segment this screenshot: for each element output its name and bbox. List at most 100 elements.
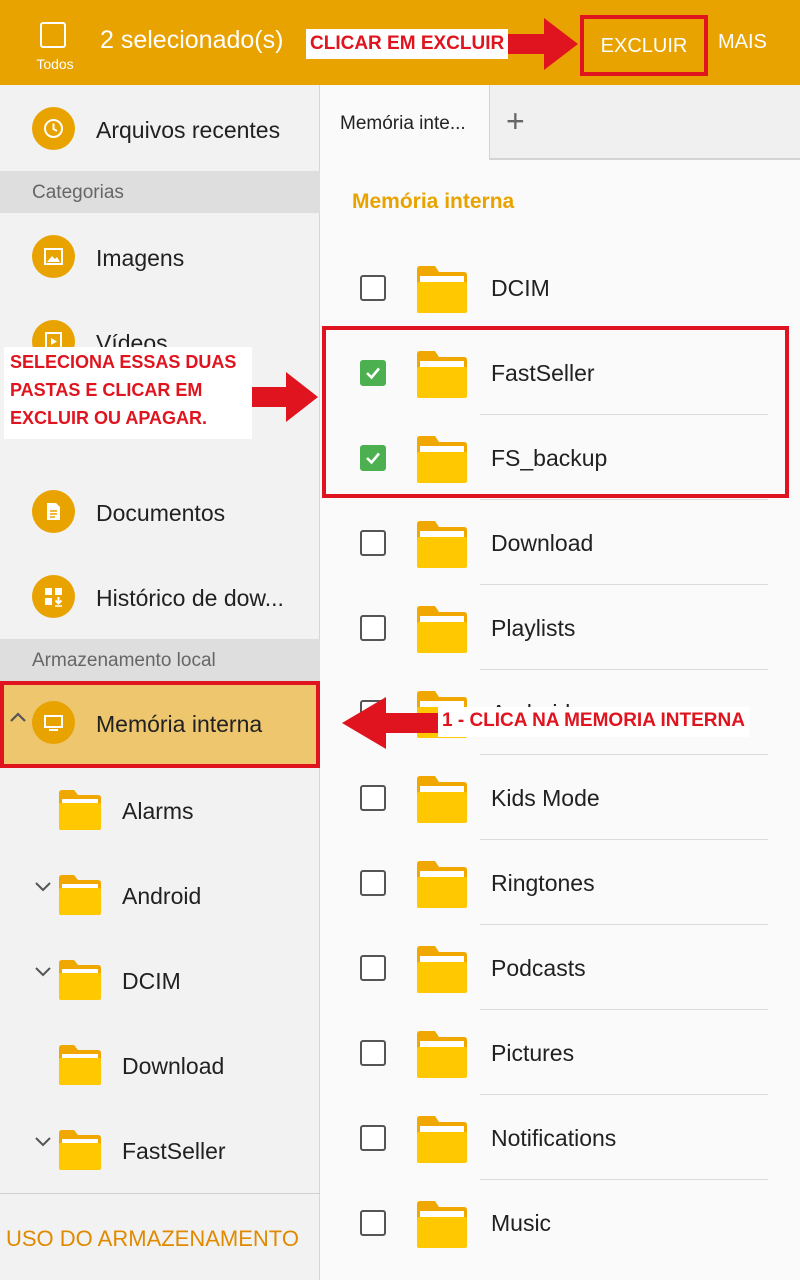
drawer-item-label: Histórico de dow...: [96, 585, 284, 611]
select-all-label: Todos: [36, 56, 74, 72]
folder-checkbox[interactable]: [360, 1125, 386, 1151]
local-storage-header: Armazenamento local: [0, 639, 320, 681]
tab-bar: Memória inte... +: [320, 85, 800, 160]
annotation-arrow-right-top: [508, 18, 578, 70]
folder-icon: [417, 1116, 467, 1163]
folder-icon: [417, 861, 467, 908]
select-all-button[interactable]: Todos: [28, 18, 82, 78]
tree-item-android[interactable]: Android: [0, 853, 320, 938]
folder-icon: [417, 946, 467, 993]
folder-row[interactable]: Ringtones: [320, 840, 800, 925]
annotation-selection-box: [322, 326, 789, 498]
folder-name: DCIM: [491, 275, 550, 301]
folder-row[interactable]: Playlists: [320, 585, 800, 670]
folder-icon: [59, 1130, 101, 1170]
more-button[interactable]: MAIS: [718, 31, 767, 54]
folder-row[interactable]: Pictures: [320, 1010, 800, 1095]
folder-checkbox[interactable]: [360, 615, 386, 641]
folder-name: Download: [491, 530, 594, 556]
chevron-up-icon[interactable]: [8, 709, 28, 730]
annotation-click-internal-memory: 1 - CLICA NA MEMORIA INTERNA: [438, 707, 749, 737]
folder-row[interactable]: Music: [320, 1180, 800, 1265]
folder-icon: [59, 960, 101, 1000]
drawer-item-recent-files[interactable]: Arquivos recentes: [0, 87, 320, 171]
folder-name: Pictures: [491, 1040, 575, 1066]
annotation-select-folders: SELECIONA ESSAS DUAS PASTAS E CLICAR EM …: [4, 347, 252, 439]
path-title: Memória interna: [352, 190, 515, 213]
tab-internal-memory[interactable]: Memória inte...: [320, 85, 490, 160]
download-history-icon: [32, 575, 75, 618]
folder-name: Kids Mode: [491, 785, 600, 811]
folder-checkbox[interactable]: [360, 870, 386, 896]
annotation-click-delete: CLICAR EM EXCLUIR: [306, 29, 509, 59]
select-all-checkbox[interactable]: [40, 22, 66, 48]
folder-name: Ringtones: [491, 870, 595, 896]
file-browser-pane: Memória inte... + Memória interna DCIM Fa…: [320, 85, 800, 1280]
folder-icon: [417, 1201, 467, 1248]
folder-checkbox[interactable]: [360, 1040, 386, 1066]
folder-checkbox[interactable]: [360, 530, 386, 556]
drawer-item-documents[interactable]: Documentos: [0, 470, 320, 554]
image-icon: [32, 235, 75, 278]
local-storage-header-label: Armazenamento local: [32, 650, 216, 671]
tree-item-label: Alarms: [122, 798, 194, 824]
tab-label: Memória inte...: [340, 113, 466, 134]
chevron-down-icon[interactable]: [34, 962, 52, 985]
folder-row[interactable]: Podcasts: [320, 925, 800, 1010]
add-tab-button[interactable]: +: [506, 103, 525, 140]
folder-checkbox[interactable]: [360, 275, 386, 301]
annotation-line: PASTAS E CLICAR EM: [10, 380, 203, 400]
document-icon: [32, 490, 75, 533]
clock-icon: [32, 107, 75, 150]
folder-name: Playlists: [491, 615, 576, 641]
folder-icon: [59, 790, 101, 830]
folder-row[interactable]: DCIM: [320, 245, 800, 330]
selection-count: 2 selecionado(s): [100, 26, 284, 54]
categories-header: Categorias: [0, 171, 320, 213]
folder-name: Podcasts: [491, 955, 586, 981]
tree-item-alarms[interactable]: Alarms: [0, 768, 320, 853]
tree-item-dcim[interactable]: DCIM: [0, 938, 320, 1023]
device-icon: [32, 701, 75, 744]
folder-icon: [417, 521, 467, 568]
navigation-drawer: Arquivos recentes Categorias Imagens Víd…: [0, 85, 320, 1280]
tree-item-label: Android: [122, 883, 202, 909]
storage-usage-button[interactable]: USO DO ARMAZENAMENTO: [0, 1193, 320, 1280]
annotation-arrow-right-mid: [252, 372, 318, 422]
tree-item-download[interactable]: Download: [0, 1023, 320, 1108]
folder-row[interactable]: Download: [320, 500, 800, 585]
delete-button[interactable]: EXCLUIR: [580, 15, 708, 76]
annotation-line: SELECIONA ESSAS DUAS: [10, 352, 237, 372]
tree-item-label: DCIM: [122, 968, 181, 994]
tree-item-label: FastSeller: [122, 1138, 226, 1164]
tab-divider: [490, 158, 800, 160]
folder-checkbox[interactable]: [360, 955, 386, 981]
tree-item-fastseller[interactable]: FastSeller: [0, 1108, 320, 1193]
drawer-item-label: Arquivos recentes: [96, 117, 281, 143]
annotation-line: EXCLUIR OU APAGAR.: [10, 408, 208, 428]
drawer-item-label: Documentos: [96, 500, 226, 526]
chevron-down-icon[interactable]: [34, 1132, 52, 1155]
drawer-item-label: Memória interna: [96, 711, 263, 737]
drawer-item-download-history[interactable]: Histórico de dow...: [0, 555, 320, 639]
folder-name: Notifications: [491, 1125, 617, 1151]
folder-checkbox[interactable]: [360, 1210, 386, 1236]
chevron-down-icon[interactable]: [34, 877, 52, 900]
action-bar: Todos 2 selecionado(s) CLICAR EM EXCLUIR…: [0, 0, 800, 85]
folder-row[interactable]: Kids Mode: [320, 755, 800, 840]
folder-icon: [417, 1031, 467, 1078]
folder-name: Music: [491, 1210, 552, 1236]
folder-icon: [417, 776, 467, 823]
folder-icon: [59, 1045, 101, 1085]
drawer-item-images[interactable]: Imagens: [0, 215, 320, 299]
drawer-item-internal-memory[interactable]: Memória interna: [0, 681, 320, 768]
tree-item-label: Download: [122, 1053, 225, 1079]
categories-header-label: Categorias: [32, 182, 124, 203]
folder-row[interactable]: Notifications: [320, 1095, 800, 1180]
folder-icon: [417, 606, 467, 653]
storage-usage-label: USO DO ARMAZENAMENTO: [6, 1226, 299, 1251]
folder-checkbox[interactable]: [360, 785, 386, 811]
annotation-arrow-left: [342, 697, 438, 749]
drawer-item-label: Imagens: [96, 245, 185, 271]
folder-icon: [59, 875, 101, 915]
